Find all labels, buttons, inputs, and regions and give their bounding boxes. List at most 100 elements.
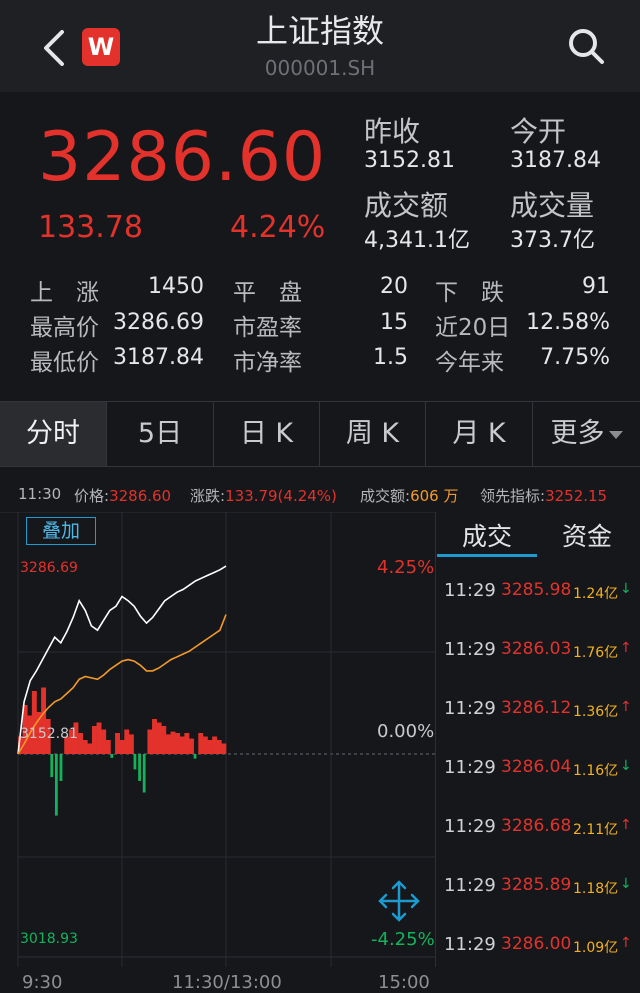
tab-more-label: 更多 bbox=[550, 418, 605, 449]
tab-trades[interactable]: 成交 bbox=[437, 517, 537, 557]
stat-label-20d: 近20日 bbox=[435, 315, 511, 341]
axis-high-pct: 4.25% bbox=[377, 557, 435, 578]
volume-bar-up bbox=[96, 722, 102, 754]
volume-bar-up bbox=[128, 734, 134, 754]
prev-close-label: 昨收 bbox=[364, 115, 421, 148]
volume-bar-down bbox=[54, 754, 58, 816]
arrow-down-icon: ↓ bbox=[620, 581, 632, 597]
tab-daily-k[interactable]: 日 K bbox=[214, 402, 320, 466]
volume-bar-down bbox=[133, 754, 137, 770]
volume-bar-up bbox=[101, 729, 107, 754]
stat-label-low: 最低价 bbox=[30, 350, 99, 376]
stat-label-pb: 市净率 bbox=[233, 350, 302, 376]
volume-bar-up bbox=[91, 726, 97, 754]
stat-label-high: 最高价 bbox=[30, 315, 99, 341]
trade-row: 11:29 3285.98 1.24亿 ↓ bbox=[444, 580, 640, 604]
trade-time: 11:29 bbox=[444, 639, 496, 660]
volume-bar-up bbox=[41, 687, 47, 754]
trade-row: 11:29 3285.89 1.18亿 ↓ bbox=[444, 875, 640, 899]
stat-value-flat: 20 bbox=[380, 274, 408, 299]
tab-monthly-k[interactable]: 月 K bbox=[426, 402, 533, 466]
volume-label: 成交量 bbox=[510, 189, 595, 222]
arrow-up-icon: ↑ bbox=[620, 640, 632, 656]
arrow-up-icon: ↑ bbox=[620, 699, 632, 715]
volume-bar-up bbox=[212, 736, 218, 754]
info-change-value: 133.79(4.24%) bbox=[225, 487, 337, 505]
axis-high-label: 3286.69 bbox=[20, 560, 78, 576]
info-amount-value: 606 万 bbox=[410, 487, 459, 505]
volume-bar-up bbox=[82, 740, 88, 754]
volume-bar-down bbox=[50, 754, 54, 778]
volume-bar-up bbox=[87, 743, 93, 754]
turnover-value: 4,341.1亿 bbox=[364, 228, 470, 253]
trade-time: 11:29 bbox=[444, 816, 496, 837]
tab-intraday[interactable]: 分时 bbox=[0, 402, 107, 466]
info-price-value: 3286.60 bbox=[109, 487, 172, 505]
tab-capital[interactable]: 资金 bbox=[537, 517, 637, 557]
trade-price: 3286.00 bbox=[501, 934, 572, 954]
volume-bar-up bbox=[165, 734, 171, 754]
overlay-button[interactable]: 叠加 bbox=[26, 517, 96, 545]
trade-volume: 1.24亿 bbox=[573, 586, 619, 602]
arrow-up-icon: ↑ bbox=[620, 935, 632, 951]
volume-bar-down bbox=[110, 754, 114, 758]
trade-row: 11:29 3286.04 1.16亿 ↓ bbox=[444, 757, 640, 781]
info-change: 涨跌:133.79(4.24%) bbox=[190, 485, 337, 506]
period-tabs: 分时 5日 日 K 周 K 月 K 更多 bbox=[0, 401, 640, 467]
trade-price: 3286.03 bbox=[501, 639, 572, 659]
trade-price: 3285.89 bbox=[501, 875, 572, 895]
volume-bar-up bbox=[147, 729, 153, 754]
trade-price: 3286.04 bbox=[501, 757, 572, 777]
volume-bar-up bbox=[198, 733, 204, 754]
x-label-close: 15:00 bbox=[378, 972, 430, 993]
axis-low-label: 3018.93 bbox=[20, 931, 78, 947]
info-price-label: 价格: bbox=[74, 487, 110, 505]
tab-more[interactable]: 更多 bbox=[533, 402, 640, 466]
x-label-open: 9:30 bbox=[22, 972, 63, 993]
stock-code: 000001.SH bbox=[264, 56, 376, 80]
trade-volume: 1.09亿 bbox=[573, 940, 619, 956]
stat-label-ytd: 今年来 bbox=[435, 350, 504, 376]
axis-low-pct: -4.25% bbox=[371, 929, 435, 950]
volume-bar-up bbox=[184, 733, 190, 754]
trade-volume: 1.18亿 bbox=[573, 881, 619, 897]
volume-value: 373.7亿 bbox=[510, 228, 595, 253]
arrow-up-icon: ↑ bbox=[620, 817, 632, 833]
trade-volume: 1.76亿 bbox=[573, 645, 619, 661]
axis-mid-pct: 0.00% bbox=[377, 721, 435, 742]
volume-bar-up bbox=[207, 740, 213, 754]
trade-row: 11:29 3286.12 1.36亿 ↑ bbox=[444, 698, 640, 722]
trade-volume: 1.16亿 bbox=[573, 763, 619, 779]
arrow-down-icon: ↓ bbox=[620, 758, 632, 774]
volume-bar-down bbox=[138, 754, 141, 781]
volume-bar-down bbox=[142, 754, 146, 793]
trade-volume: 2.11亿 bbox=[573, 822, 619, 838]
search-icon[interactable] bbox=[566, 26, 606, 66]
trade-price: 3286.68 bbox=[501, 816, 572, 836]
stat-value-20d: 12.58% bbox=[526, 310, 610, 335]
volume-bar-up bbox=[156, 722, 162, 754]
prev-close-value: 3152.81 bbox=[364, 148, 455, 173]
fullscreen-icon[interactable] bbox=[378, 880, 420, 922]
trade-volume: 1.36亿 bbox=[573, 704, 619, 720]
current-price: 3286.60 bbox=[38, 118, 327, 197]
open-label: 今开 bbox=[510, 115, 567, 148]
volume-bar-up bbox=[221, 743, 227, 754]
trade-row: 11:29 3286.68 2.11亿 ↑ bbox=[444, 816, 640, 840]
trade-time: 11:29 bbox=[444, 580, 496, 601]
info-lead-label: 领先指标: bbox=[480, 487, 546, 505]
stat-value-high: 3286.69 bbox=[113, 310, 204, 335]
info-lead-value: 3252.15 bbox=[545, 487, 608, 505]
tab-5day[interactable]: 5日 bbox=[107, 402, 214, 466]
stat-label-rising: 上 涨 bbox=[30, 280, 99, 306]
volume-bar-down bbox=[59, 754, 63, 781]
axis-mid-label: 3152.81 bbox=[20, 726, 78, 742]
open-value: 3187.84 bbox=[510, 148, 601, 173]
info-change-label: 涨跌: bbox=[190, 487, 226, 505]
volume-bar-up bbox=[119, 740, 125, 754]
caret-down-icon bbox=[608, 430, 623, 439]
tab-weekly-k[interactable]: 周 K bbox=[320, 402, 426, 466]
volume-bar-up bbox=[78, 733, 84, 754]
trade-time: 11:29 bbox=[444, 934, 496, 955]
trade-time: 11:29 bbox=[444, 875, 496, 896]
